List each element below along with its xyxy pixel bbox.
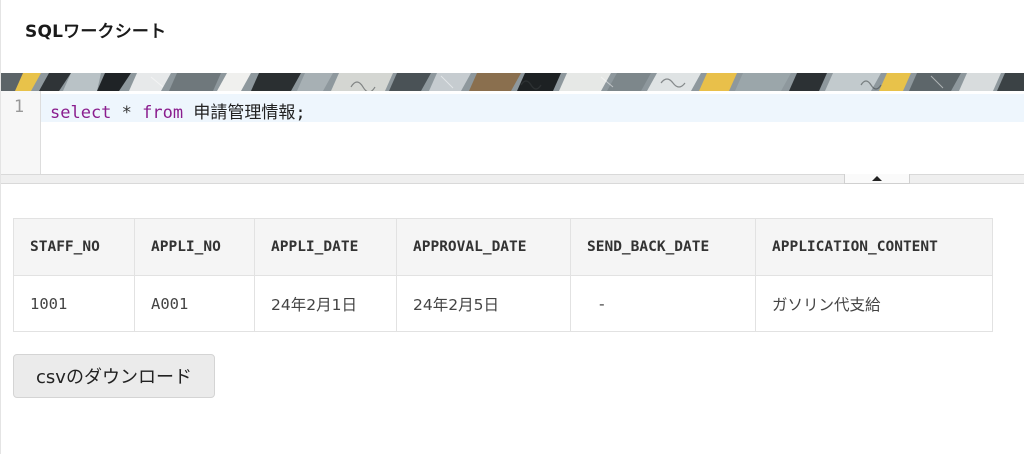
- sql-code-line[interactable]: select * from 申請管理情報;: [50, 98, 306, 123]
- column-header: APPLI_DATE: [254, 218, 397, 276]
- table-cell: ガソリン代支給: [755, 275, 993, 332]
- table-cell: A001: [134, 275, 255, 332]
- table-cell: 24年2月1日: [254, 275, 397, 332]
- decorative-banner: [1, 73, 1024, 91]
- keyword-from: from: [142, 103, 184, 123]
- keyword-select: select: [50, 103, 112, 123]
- collapse-editor-button[interactable]: [844, 174, 910, 184]
- table-cell: 24年2月5日: [396, 275, 571, 332]
- table-name: 申請管理情報;: [183, 103, 306, 123]
- column-header: APPROVAL_DATE: [396, 218, 571, 276]
- select-star: *: [111, 103, 143, 123]
- table-header-row: STAFF_NO APPLI_NO APPLI_DATE APPROVAL_DA…: [13, 218, 993, 276]
- banner-pattern: [1, 73, 1024, 91]
- table-row: 1001 A001 24年2月1日 24年2月5日 - ガソリン代支給: [13, 275, 993, 332]
- table-cell: 1001: [13, 275, 135, 332]
- column-header: APPLICATION_CONTENT: [755, 218, 993, 276]
- line-number: 1: [13, 97, 25, 117]
- column-header: STAFF_NO: [13, 218, 135, 276]
- page-title: SQLワークシート: [25, 22, 167, 42]
- caret-up-icon: [872, 176, 882, 181]
- csv-download-button[interactable]: csvのダウンロード: [13, 354, 215, 398]
- table-cell: -: [570, 275, 756, 332]
- editor-resize-bar[interactable]: [1, 174, 1024, 184]
- sql-worksheet-page: SQLワークシート 1 select * from 申請管理情報; STAFF_…: [0, 0, 1024, 454]
- column-header: APPLI_NO: [134, 218, 255, 276]
- sql-editor[interactable]: 1 select * from 申請管理情報;: [1, 91, 1024, 174]
- result-table: STAFF_NO APPLI_NO APPLI_DATE APPROVAL_DA…: [13, 218, 993, 332]
- column-header: SEND_BACK_DATE: [570, 218, 756, 276]
- editor-gutter: 1: [1, 91, 41, 174]
